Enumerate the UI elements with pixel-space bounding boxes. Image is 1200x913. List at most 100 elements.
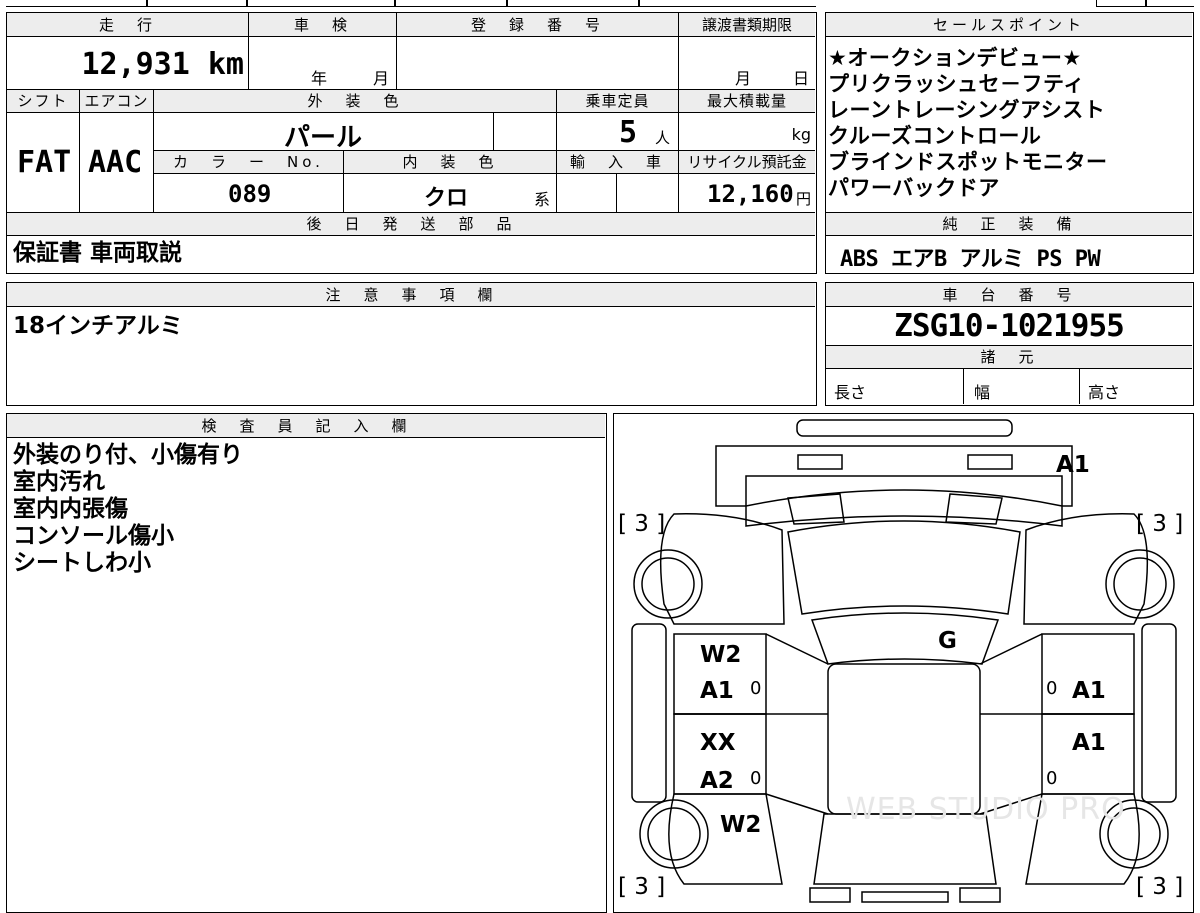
mileage-cell: 12,931 km bbox=[7, 37, 249, 90]
chassis-header: 車 台 番 号 bbox=[826, 283, 1192, 307]
exterior-color-value: パール bbox=[284, 123, 363, 153]
shift-cell: FAT bbox=[7, 113, 80, 212]
car-diagram: [ 3 ] [ 3 ] [ 3 ] [ 3 ] A1 G W2 A1 0 XX … bbox=[613, 413, 1194, 913]
sales-points-list: ★オークションデビュー★ プリクラッシュセ－フティ レーントレーシングアシスト … bbox=[828, 45, 1108, 201]
sales-point-item: クルーズコントロール bbox=[828, 124, 1042, 148]
transfer-deadline-cell: 月 日 bbox=[679, 37, 815, 90]
capacity-value: 5 bbox=[619, 115, 638, 150]
sales-point-item: プリクラッシュセ－フティ bbox=[828, 72, 1085, 96]
sales-point-item: ★オークションデビュー★ bbox=[828, 46, 1082, 70]
tire-fr-label: [ 3 ] bbox=[1136, 511, 1184, 537]
chassis-value: ZSG10-1021955 bbox=[894, 308, 1125, 344]
shaken-header: 車 検 bbox=[249, 13, 397, 37]
max-load-header: 最大積載量 bbox=[679, 90, 815, 113]
left-rear-fender-mark: W2 bbox=[720, 812, 762, 838]
reg-number-cell bbox=[397, 37, 679, 90]
later-parts-value: 保証書 車両取説 bbox=[13, 240, 183, 266]
right-rear-door-mark: A1 bbox=[1072, 730, 1106, 756]
later-parts-header: 後 日 発 送 部 品 bbox=[7, 212, 815, 236]
interior-color-suffix: 系 bbox=[534, 190, 551, 209]
windshield-mark: G bbox=[938, 628, 957, 654]
inspector-line: 室内内張傷 bbox=[13, 496, 128, 522]
interior-color-header: 内 装 色 bbox=[344, 151, 557, 174]
length-label: 長さ bbox=[834, 383, 867, 402]
zero-mark: 0 bbox=[750, 678, 762, 699]
standard-equipment-header: 純 正 装 備 bbox=[826, 212, 1192, 236]
inspector-notes: 外装のり付、小傷有り 室内汚れ 室内内張傷 コンソール傷小 シートしわ小 bbox=[13, 442, 243, 577]
tire-rl-label: [ 3 ] bbox=[618, 874, 666, 900]
tire-rr-label: [ 3 ] bbox=[1136, 874, 1184, 900]
inspector-header: 検 査 員 記 入 欄 bbox=[7, 414, 605, 438]
specs-header: 諸 元 bbox=[826, 345, 1192, 369]
shaken-month-label: 月 bbox=[373, 69, 390, 88]
tire-fl-label: [ 3 ] bbox=[618, 511, 666, 537]
height-label: 高さ bbox=[1088, 383, 1121, 402]
exterior-color-cell: パール bbox=[154, 113, 494, 153]
vehicle-info-table: 走 行 車 検 登 録 番 号 譲渡書類期限 12,931 km 年 月 月 日… bbox=[6, 12, 817, 274]
inspector-line: 室内汚れ bbox=[13, 469, 105, 495]
shift-header: シフト bbox=[7, 90, 80, 113]
color-no-cell: 089 bbox=[154, 174, 344, 212]
aircon-header: エアコン bbox=[80, 90, 154, 113]
left-rear-door-mark-1: XX bbox=[700, 730, 736, 756]
recycle-header: リサイクル預託金 bbox=[679, 151, 815, 174]
sales-point-item: パワーバックドア bbox=[828, 176, 1000, 200]
aircon-cell: AAC bbox=[80, 113, 154, 212]
watermark: WEB STUDIO PRO bbox=[846, 792, 1126, 827]
sales-point-item: ブラインドスポットモニター bbox=[828, 150, 1108, 174]
front-bumper-mark: A1 bbox=[1056, 452, 1090, 478]
capacity-unit: 人 bbox=[655, 129, 671, 147]
shaken-cell: 年 月 bbox=[249, 37, 397, 90]
recycle-cell: 12,160 円 bbox=[679, 174, 815, 212]
import-header: 輸 入 車 bbox=[557, 151, 679, 174]
import-cell-a bbox=[557, 174, 617, 212]
notes-value: 18インチアルミ bbox=[13, 313, 183, 339]
width-label: 幅 bbox=[974, 383, 991, 402]
width-cell: 幅 bbox=[964, 369, 1080, 404]
inspector-box: 検 査 員 記 入 欄 外装のり付、小傷有り 室内汚れ 室内内張傷 コンソール傷… bbox=[6, 413, 607, 913]
zero-mark: 0 bbox=[750, 768, 762, 789]
transfer-deadline-header: 譲渡書類期限 bbox=[679, 13, 815, 37]
sales-point-item: レーントレーシングアシスト bbox=[828, 98, 1106, 122]
sales-points-header: セールスポイント bbox=[826, 13, 1192, 37]
color-no-value: 089 bbox=[228, 180, 272, 208]
inspector-line: シートしわ小 bbox=[13, 550, 151, 576]
length-cell: 長さ bbox=[826, 369, 964, 404]
notes-header: 注 意 事 項 欄 bbox=[7, 283, 815, 307]
capacity-header: 乗車定員 bbox=[557, 90, 679, 113]
left-front-door-mark-2: A1 bbox=[700, 678, 734, 704]
exterior-color-extra bbox=[494, 113, 557, 151]
inspector-line: 外装のり付、小傷有り bbox=[13, 442, 243, 468]
shaken-year-label: 年 bbox=[311, 69, 328, 88]
color-no-header: カ ラ ー No. bbox=[154, 151, 344, 174]
later-parts-cell: 保証書 車両取説 bbox=[7, 236, 815, 272]
notes-box: 注 意 事 項 欄 18インチアルミ bbox=[6, 282, 817, 406]
exterior-color-header: 外 装 色 bbox=[154, 90, 557, 113]
interior-color-cell: クロ 系 bbox=[344, 174, 557, 212]
inspector-line: コンソール傷小 bbox=[13, 523, 174, 549]
zero-mark: 0 bbox=[1046, 678, 1058, 699]
right-front-door-mark: A1 bbox=[1072, 678, 1106, 704]
chassis-box: 車 台 番 号 ZSG10-1021955 諸 元 長さ 幅 高さ bbox=[825, 282, 1194, 406]
recycle-value: 12,160 bbox=[707, 180, 794, 208]
max-load-unit: kg bbox=[791, 125, 811, 144]
sales-points-box: セールスポイント ★オークションデビュー★ プリクラッシュセ－フティ レーントレ… bbox=[825, 12, 1194, 274]
shift-value: FAT bbox=[17, 145, 72, 180]
height-cell: 高さ bbox=[1080, 369, 1192, 404]
left-front-door-mark-1: W2 bbox=[700, 642, 742, 668]
chassis-value-cell: ZSG10-1021955 bbox=[826, 307, 1192, 345]
deadline-month-label: 月 bbox=[735, 69, 752, 88]
deadline-day-label: 日 bbox=[793, 69, 810, 88]
top-cutoff-strip-right bbox=[1096, 0, 1194, 7]
recycle-unit: 円 bbox=[795, 190, 811, 208]
capacity-cell: 5 人 bbox=[557, 113, 679, 151]
mileage-header: 走 行 bbox=[7, 13, 249, 37]
zero-mark: 0 bbox=[1046, 768, 1058, 789]
left-rear-door-mark-2: A2 bbox=[700, 768, 734, 794]
max-load-cell: kg bbox=[679, 113, 815, 151]
top-cutoff-strip bbox=[6, 0, 816, 7]
interior-color-value: クロ bbox=[424, 186, 469, 211]
import-cell-b bbox=[617, 174, 679, 212]
aircon-value: AAC bbox=[88, 145, 143, 180]
mileage-value: 12,931 km bbox=[81, 47, 244, 82]
